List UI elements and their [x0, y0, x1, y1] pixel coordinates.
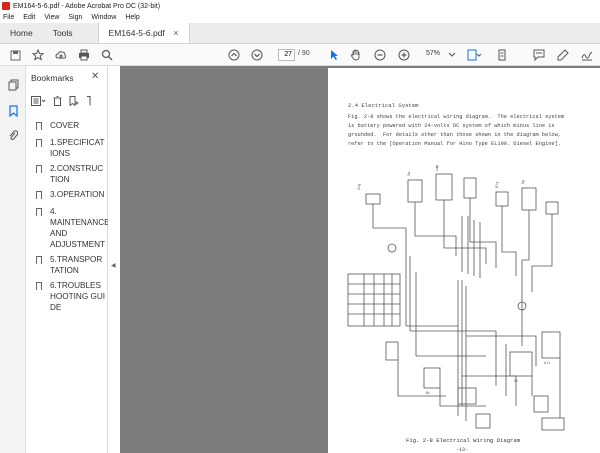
page-up-icon[interactable] [226, 47, 242, 63]
tab-document[interactable]: EM164-5-6.pdf × [97, 23, 190, 43]
bookmark-construction[interactable]: 2.CONSTRUCTION [36, 163, 108, 185]
bookmark-icon [36, 165, 42, 173]
window-title: EM164-5-6.pdf - Adobe Acrobat Pro DC (32… [13, 2, 161, 10]
star-icon[interactable] [30, 47, 46, 63]
pdf-page: 2.4 Electrical System Fig. 2-8 shows the… [328, 68, 600, 453]
bookmark-panel-icon[interactable] [6, 104, 20, 118]
bookmarks-toolbar [31, 95, 107, 109]
svg-text:Rly: Rly [495, 182, 500, 188]
tab-tools[interactable]: Tools [43, 23, 83, 43]
body-line-4: refer to the [Operation Manual for Hino … [348, 141, 561, 147]
svg-text:Sig: Sig [357, 184, 362, 190]
bookmark-icon [36, 208, 42, 216]
panel-splitter[interactable] [108, 66, 120, 453]
menu-sign[interactable]: Sign [68, 14, 82, 21]
bookmark-icon [36, 122, 42, 130]
acrobat-logo-icon [2, 2, 10, 10]
menu-help[interactable]: Help [125, 14, 139, 21]
bookmark-operation[interactable]: 3.OPERATION [36, 189, 108, 202]
wiring-diagram-image: Sig Sw Lmp Rly Gg St Alt Bt [347, 165, 565, 431]
highlight-pen-icon[interactable] [555, 47, 571, 63]
page-fit-icon[interactable] [466, 47, 482, 63]
title-bar: EM164-5-6.pdf - Adobe Acrobat Pro DC (32… [0, 0, 600, 12]
sign-icon[interactable] [579, 47, 595, 63]
bookmark-label: COVER [50, 121, 80, 130]
section-heading: 2.4 Electrical System [348, 102, 419, 109]
page-number-input[interactable]: 27 [278, 49, 295, 61]
tab-bar: Home Tools EM164-5-6.pdf × [0, 23, 600, 44]
page-thumbnails-icon[interactable] [6, 78, 20, 92]
bookmark-maintenance[interactable]: 4. MAINTENANCE AND ADJUSTMENT [36, 206, 110, 250]
bookmark-label: 6.TROUBLESHOOTING GUIDE [50, 281, 106, 312]
svg-text:Lmp: Lmp [436, 165, 440, 171]
menu-bar: File Edit View Sign Window Help [0, 12, 600, 23]
body-line-2: is battery powered with 24-volts DC syst… [348, 123, 555, 129]
comment-icon[interactable] [531, 47, 547, 63]
hand-tool-icon[interactable] [348, 47, 364, 63]
print-icon[interactable] [76, 47, 92, 63]
bookmark-more-icon[interactable] [86, 96, 91, 108]
page-down-icon[interactable] [249, 47, 265, 63]
svg-text:St: St [514, 380, 518, 384]
main-toolbar: 27 / 90 57% [0, 44, 600, 66]
collapse-panel-icon[interactable]: ◀ [111, 262, 116, 269]
bookmark-label: 2.CONSTRUCTION [50, 164, 104, 184]
new-bookmark-icon[interactable] [69, 96, 79, 108]
page-number-label: -13- [456, 447, 469, 453]
figure-caption: Fig. 2-8 Electrical Wiring Diagram [406, 437, 521, 444]
bookmark-label: 1.SPECIFICATIONS [50, 138, 105, 158]
page-total: / 90 [298, 50, 310, 57]
bookmarks-close-icon[interactable]: ✕ [91, 71, 99, 82]
zoom-level[interactable]: 57% [426, 50, 440, 57]
bookmark-label: 4. MAINTENANCE AND ADJUSTMENT [50, 207, 110, 249]
bookmark-label: 3.OPERATION [50, 190, 105, 199]
body-line-1: Fig. 2-8 shows the electrical wiring dia… [348, 114, 565, 120]
navigation-rail [0, 66, 26, 453]
bookmark-label: 5.TRANSPORTATION [50, 255, 103, 275]
search-icon[interactable] [99, 47, 115, 63]
menu-window[interactable]: Window [91, 14, 116, 21]
delete-bookmark-icon[interactable] [53, 96, 62, 108]
zoom-out-icon[interactable] [372, 47, 388, 63]
body-line-3: grounded. For details other than those s… [348, 132, 561, 138]
zoom-dropdown-icon[interactable] [444, 47, 460, 63]
bookmarks-panel: Bookmarks ✕ COVER 1.SPECIFICATIONS 2.CON… [26, 66, 110, 453]
menu-edit[interactable]: Edit [23, 14, 35, 21]
svg-text:Gg: Gg [522, 180, 526, 184]
bookmark-icon [36, 256, 42, 264]
scroll-mode-icon[interactable] [494, 47, 510, 63]
bookmark-icon [36, 139, 42, 147]
options-menu-icon[interactable] [31, 96, 46, 108]
bookmark-list: COVER 1.SPECIFICATIONS 2.CONSTRUCTION 3.… [36, 120, 110, 317]
bookmark-icon [36, 282, 42, 290]
bookmark-specifications[interactable]: 1.SPECIFICATIONS [36, 137, 108, 159]
tab-home[interactable]: Home [0, 23, 43, 43]
menu-view[interactable]: View [44, 14, 59, 21]
upload-cloud-icon[interactable] [53, 47, 69, 63]
tab-close-icon[interactable]: × [173, 28, 178, 38]
save-icon[interactable] [7, 47, 23, 63]
tab-document-label: EM164-5-6.pdf [108, 28, 165, 38]
bookmarks-title: Bookmarks [31, 73, 74, 83]
zoom-in-icon[interactable] [396, 47, 412, 63]
bookmark-transportation[interactable]: 5.TRANSPORTATION [36, 254, 108, 276]
svg-text:Sw: Sw [408, 171, 412, 176]
svg-text:Alt: Alt [544, 361, 550, 366]
bookmark-icon [36, 191, 42, 199]
attachment-icon[interactable] [6, 128, 20, 142]
menu-file[interactable]: File [3, 14, 14, 21]
bookmark-cover[interactable]: COVER [36, 120, 108, 133]
svg-text:Bt: Bt [426, 392, 430, 396]
select-cursor-icon[interactable] [326, 47, 342, 63]
bookmark-troubleshooting[interactable]: 6.TROUBLESHOOTING GUIDE [36, 280, 108, 313]
